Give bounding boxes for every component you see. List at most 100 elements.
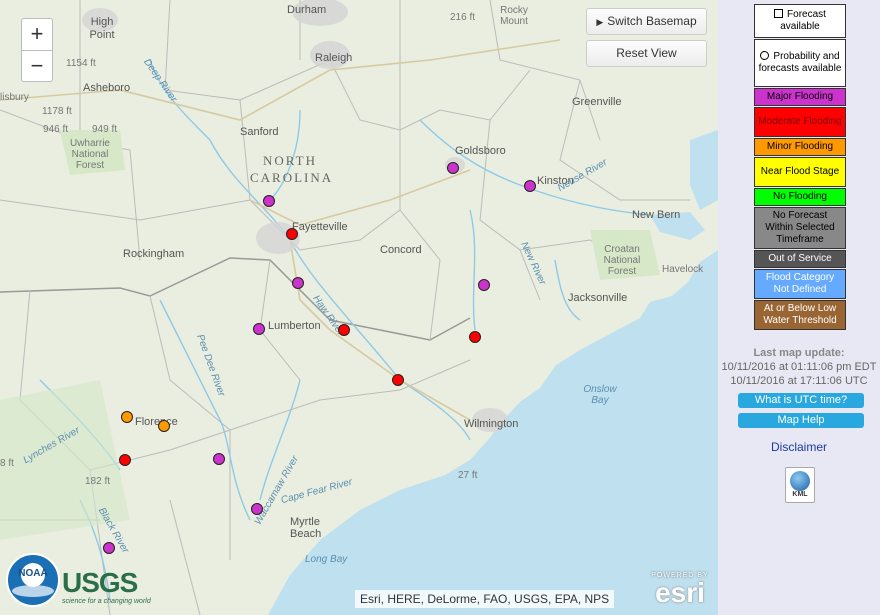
noaa-logo-text: NOAA (18, 568, 48, 579)
map-help-button[interactable]: Map Help (738, 413, 864, 428)
gauge-marker[interactable] (119, 454, 131, 466)
legend-item-text: At or Below Low Water Threshold (763, 303, 837, 326)
gauge-marker[interactable] (478, 279, 490, 291)
usgs-logo-text: USGS (62, 567, 138, 598)
place-concord: Concord (380, 244, 422, 256)
gauge-marker[interactable] (263, 195, 275, 207)
place-high-point: High Point (89, 16, 115, 41)
elev-1178: 1178 ft (42, 106, 72, 117)
place-rocky-mount: Rocky Mount (500, 5, 528, 27)
legend-item: Out of Service (754, 250, 846, 268)
gauge-marker[interactable] (469, 331, 481, 343)
legend-item: Major Flooding (754, 88, 846, 106)
place-uwharrie: Uwharrie National Forest (69, 138, 110, 171)
water-long-bay: Long Bay (305, 554, 348, 565)
noaa-logo: NOAA (6, 553, 60, 607)
last-update-utc: 10/11/2016 at 17:11:06 UTC (730, 375, 868, 387)
place-durham: Durham (287, 4, 327, 16)
zoom-out-button[interactable]: − (22, 50, 52, 81)
elev-8: 8 ft (0, 458, 14, 469)
elev-949: 949 ft (92, 124, 118, 135)
square-outline-icon (774, 9, 784, 18)
legend-item-label: Major Flooding (767, 91, 833, 103)
place-greenville: Greenville (572, 96, 622, 108)
disclaimer-link[interactable]: Disclaimer (718, 440, 880, 454)
legend-item-text: Moderate Flooding (758, 116, 842, 127)
gauge-marker[interactable] (447, 162, 459, 174)
globe-icon (790, 471, 810, 491)
what-is-utc-button[interactable]: What is UTC time? (738, 393, 864, 408)
elev-946: 946 ft (43, 124, 69, 135)
legend-item-text: No Flooding (773, 191, 827, 202)
legend-item: Near Flood Stage (754, 157, 846, 187)
circle-outline-icon (760, 51, 770, 60)
usgs-logo: USGS science for a changing world (62, 568, 162, 608)
elev-1154: 1154 ft (66, 58, 96, 69)
legend-item-text: No Forecast Within Selected Timeframe (765, 210, 835, 245)
place-new-bern: New Bern (632, 209, 681, 221)
place-havelock: Havelock (662, 264, 704, 275)
legend-item-label: No Forecast Within Selected Timeframe (758, 210, 842, 246)
usgs-tagline: science for a changing world (62, 598, 151, 605)
place-rockingham: Rockingham (123, 248, 185, 260)
legend-item-text: Minor Flooding (766, 141, 834, 152)
gauge-marker[interactable] (251, 503, 263, 515)
legend-item: Flood Category Not Defined (754, 269, 846, 299)
place-florence: Florence (135, 416, 178, 428)
gauge-marker[interactable] (524, 180, 536, 192)
legend-item-text: Forecast available (780, 9, 826, 32)
legend-item-label: At or Below Low Water Threshold (758, 303, 842, 327)
place-jacksonville: Jacksonville (568, 292, 628, 304)
gauge-marker[interactable] (286, 228, 298, 240)
place-fayetteville: Fayetteville (292, 221, 348, 233)
reset-view-button[interactable]: Reset View (586, 40, 707, 67)
triangle-right-icon: ▶ (596, 17, 604, 27)
gauge-marker[interactable] (213, 453, 225, 465)
legend-item-label: Moderate Flooding (758, 116, 841, 128)
elev-216: 216 ft (450, 12, 476, 23)
gauge-marker[interactable] (103, 542, 115, 554)
legend-item-label: Forecast available (758, 9, 842, 33)
legend-item: No Flooding (754, 188, 846, 206)
gauge-marker[interactable] (158, 420, 170, 432)
legend-item-label: Probability and forecasts available (758, 51, 842, 75)
esri-logo: POWERED BY esri (648, 572, 712, 612)
legend-item: Probability and forecasts available (754, 39, 846, 87)
gauge-marker[interactable] (292, 277, 304, 289)
legend-item-text: Major Flooding (766, 91, 834, 102)
place-lumberton: Lumberton (268, 320, 321, 332)
pamlico-sound (690, 130, 718, 210)
place-myrtle-beach: Myrtle Beach (290, 516, 322, 540)
elev-182: 182 ft (85, 476, 111, 487)
place-wilmington: Wilmington (464, 418, 519, 430)
state-line (0, 257, 471, 341)
last-update-edt: 10/11/2016 at 01:11:06 pm EDT (721, 361, 877, 373)
legend-item: No Forecast Within Selected Timeframe (754, 207, 846, 249)
noaa-wave-icon (12, 585, 54, 597)
legend-item: Moderate Flooding (754, 107, 846, 137)
zoom-in-button[interactable]: + (22, 19, 52, 50)
state-north-carolina: NORTH CAROLINA (250, 153, 334, 185)
gauge-marker[interactable] (338, 324, 350, 336)
zoom-control: + − (21, 18, 53, 82)
place-croatan: Croatan National Forest (603, 244, 641, 277)
switch-basemap-button[interactable]: ▶ Switch Basemap (586, 8, 707, 35)
gauge-marker[interactable] (392, 374, 404, 386)
last-update-label: Last map update: (753, 347, 845, 359)
legend-item: Minor Flooding (754, 138, 846, 156)
legend-item-label: Out of Service (768, 253, 831, 265)
esri-logo-text: esri (655, 577, 705, 608)
legend-item-label: No Flooding (773, 191, 827, 203)
kml-download-icon[interactable]: KML (785, 467, 815, 503)
legend-item: At or Below Low Water Threshold (754, 300, 846, 330)
place-isbury: lisbury (0, 92, 29, 103)
map-view[interactable]: Durham Raleigh Rocky Mount 216 ft High P… (0, 0, 718, 615)
legend-item-label: Flood Category Not Defined (758, 272, 842, 296)
legend-item-label: Near Flood Stage (761, 166, 839, 178)
legend-item: Forecast available (754, 4, 846, 38)
legend-item-text: Probability and forecasts available (758, 51, 842, 74)
place-sanford: Sanford (240, 126, 279, 138)
place-raleigh: Raleigh (315, 52, 353, 64)
gauge-marker[interactable] (253, 323, 265, 335)
gauge-marker[interactable] (121, 411, 133, 423)
